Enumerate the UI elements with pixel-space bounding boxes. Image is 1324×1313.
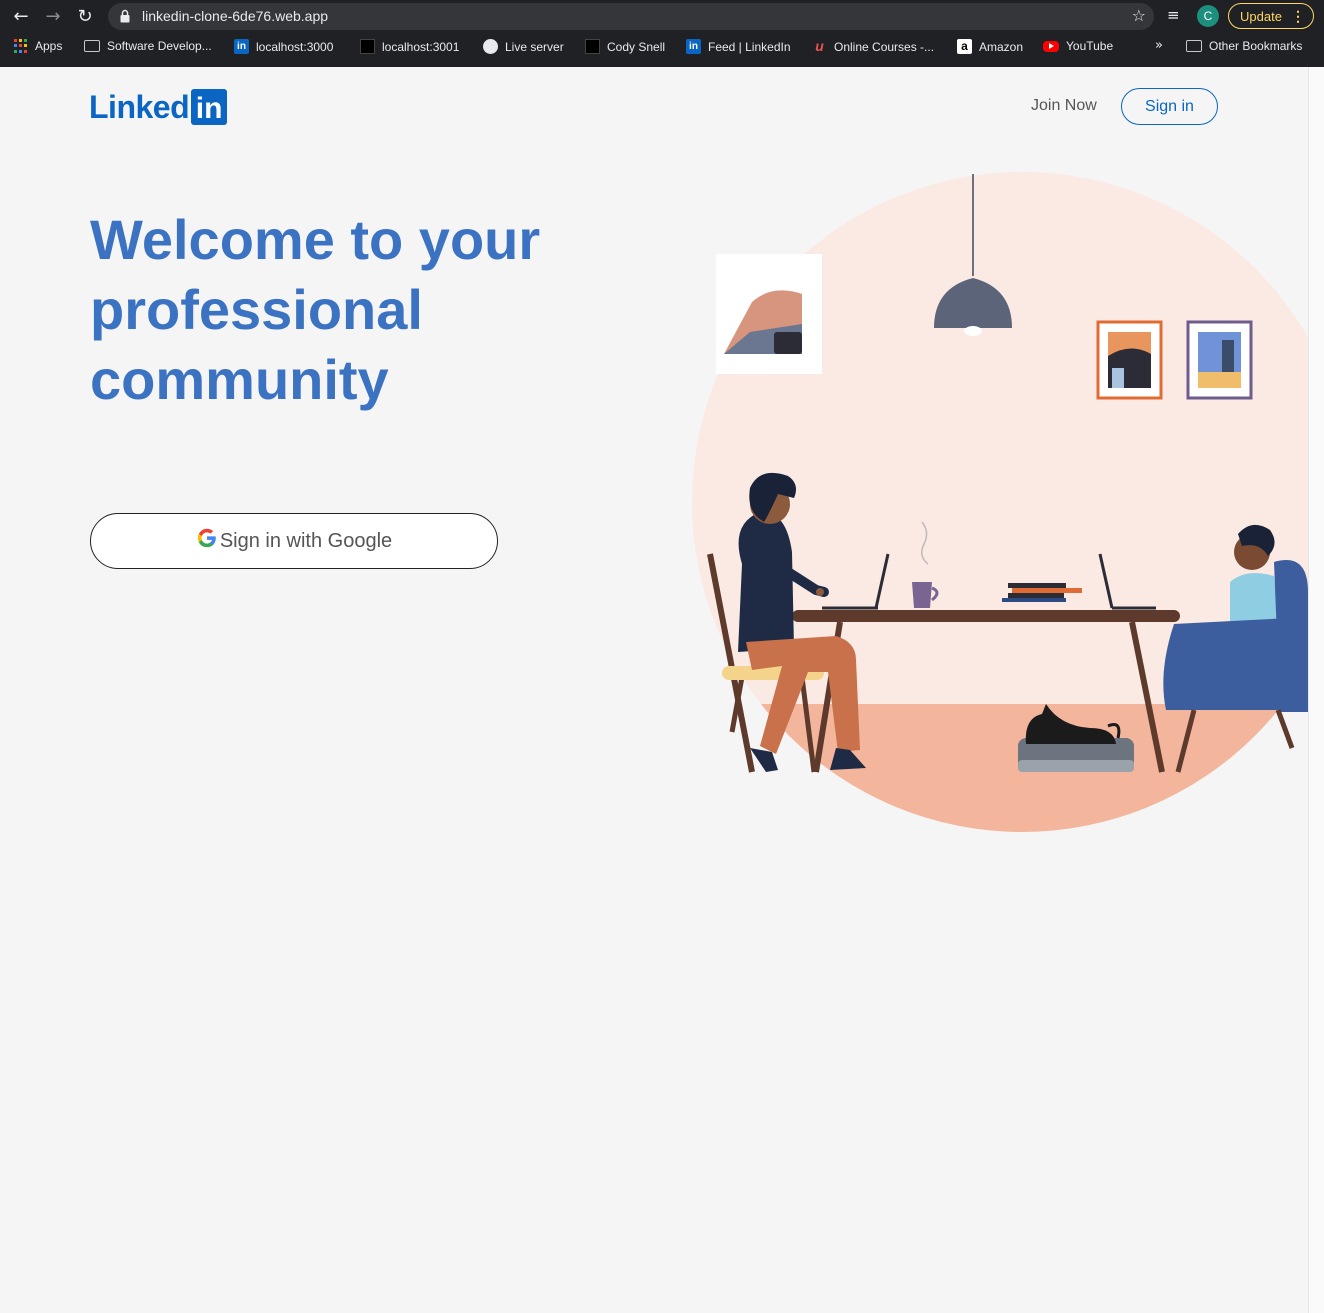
bookmark-cody-snell[interactable]: Cody Snell — [585, 39, 665, 54]
reload-icon[interactable]: ↻ — [74, 5, 96, 27]
sign-in-with-google-button[interactable]: Sign in with Google — [90, 513, 498, 569]
bookmark-apps[interactable]: Apps — [14, 39, 62, 53]
address-bar[interactable]: linkedin-clone-6de76.web.app ☆ — [108, 3, 1154, 30]
bookmark-live-server[interactable]: Live server — [483, 39, 564, 54]
wall-frame-orange — [1096, 320, 1163, 400]
folder-icon — [1186, 40, 1202, 52]
profile-avatar[interactable]: C — [1197, 5, 1219, 27]
youtube-icon — [1043, 40, 1059, 52]
hero-headline: Welcome to your professional community — [90, 208, 541, 411]
dark-site-icon — [360, 39, 375, 54]
bookmarks-bar: Apps Software Develop... in localhost:30… — [0, 37, 1324, 59]
page-body: Linked in Join Now Sign in Welcome to yo… — [0, 67, 1308, 1313]
google-button-label: Sign in with Google — [219, 529, 393, 552]
bookmark-label: Apps — [35, 39, 63, 53]
bookmark-label: Software Develop... — [107, 39, 212, 53]
bookmark-label: localhost:3000 — [256, 39, 334, 54]
update-label: Update — [1240, 8, 1282, 24]
back-arrow-icon[interactable]: ← — [10, 5, 32, 27]
bookmark-feed-linkedin[interactable]: in Feed | LinkedIn — [686, 39, 791, 54]
bookmark-youtube[interactable]: YouTube — [1043, 39, 1113, 53]
dark-site-icon — [585, 39, 600, 54]
bookmark-online-courses[interactable]: u Online Courses -... — [812, 39, 934, 54]
google-g-icon — [196, 527, 218, 555]
update-button[interactable]: Update ⋮ — [1228, 3, 1314, 29]
bookmark-other-bookmarks[interactable]: Other Bookmarks — [1186, 39, 1302, 53]
folder-icon — [84, 40, 100, 52]
bookmark-label: localhost:3001 — [382, 39, 460, 54]
globe-icon — [483, 39, 498, 54]
wall-picture-left — [716, 254, 822, 374]
bookmark-label: YouTube — [1066, 39, 1114, 53]
logo-text: Linked — [89, 88, 190, 125]
forward-arrow-icon[interactable]: → — [42, 5, 64, 27]
bookmark-amazon[interactable]: a Amazon — [957, 39, 1023, 54]
bookmark-label: Cody Snell — [607, 39, 666, 54]
sign-in-button[interactable]: Sign in — [1121, 88, 1218, 125]
linkedin-logo[interactable]: Linked in — [89, 88, 228, 125]
bookmark-label: Other Bookmarks — [1209, 39, 1303, 53]
bookmark-localhost-3000[interactable]: in localhost:3000 — [234, 39, 333, 54]
more-bookmarks-chevron-icon[interactable]: » — [1155, 38, 1163, 53]
media-control-icon[interactable]: ≡ — [1167, 6, 1187, 26]
bookmark-label: Live server — [505, 39, 564, 54]
url-text: linkedin-clone-6de76.web.app — [142, 8, 329, 24]
bookmark-localhost-3001[interactable]: localhost:3001 — [360, 39, 459, 54]
linkedin-icon: in — [234, 39, 249, 54]
page-scrollbar-track[interactable] — [1308, 67, 1324, 1313]
apps-grid-icon — [14, 39, 28, 53]
bookmark-label: Online Courses -... — [834, 39, 935, 54]
browser-chrome: ← → ↻ linkedin-clone-6de76.web.app ☆ ≡ C… — [0, 0, 1324, 67]
bookmark-software-develop[interactable]: Software Develop... — [84, 39, 212, 53]
hero-illustration — [692, 172, 1308, 832]
lock-icon — [120, 9, 130, 23]
browser-toolbar: ← → ↻ linkedin-clone-6de76.web.app ☆ ≡ C… — [0, 0, 1324, 33]
bookmark-star-icon[interactable]: ☆ — [1132, 6, 1146, 25]
amazon-icon: a — [957, 39, 972, 54]
logo-in-box: in — [191, 89, 228, 125]
linkedin-icon: in — [686, 39, 701, 54]
udemy-icon: u — [815, 38, 824, 54]
bookmark-label: Amazon — [979, 39, 1024, 54]
wall-frame-purple — [1186, 320, 1253, 400]
join-now-link[interactable]: Join Now — [1031, 97, 1097, 115]
bookmark-label: Feed | LinkedIn — [708, 39, 791, 54]
kebab-menu-icon[interactable]: ⋮ — [1291, 8, 1305, 24]
